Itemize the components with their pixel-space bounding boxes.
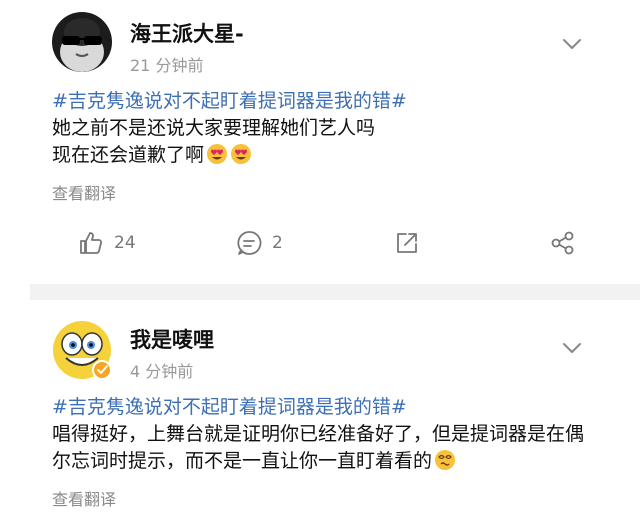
like-count: 24 [114, 233, 136, 253]
like-icon [80, 232, 103, 254]
username[interactable]: 我是唛哩 [130, 324, 214, 354]
more-button[interactable] [550, 228, 576, 258]
heart-eyes-emoji [231, 144, 252, 164]
feed-separator [30, 284, 640, 300]
comment-icon [237, 231, 262, 255]
share-icon [397, 233, 417, 253]
hashtag-link[interactable]: #吉克隽逸说对不起盯着提词器是我的错# [52, 88, 622, 115]
heart-eyes-emoji [207, 144, 228, 164]
post-time: 21 分钟前 [130, 56, 204, 75]
dizzy-face-emoji [435, 450, 456, 470]
translate-link[interactable]: 查看翻译 [52, 486, 116, 510]
share-button[interactable] [394, 228, 420, 258]
comment-button[interactable]: 2 [236, 228, 283, 258]
more-icon [551, 231, 574, 255]
post: 海王派大星- 21 分钟前 #吉克隽逸说对不起盯着提词器是我的错# 她之前不是还… [0, 0, 640, 284]
post-line-with-emoji: 现在还会道歉了啊 [52, 142, 622, 169]
post-line-text: 尔忘词时提示，而不是一直让你一直盯着看的 [52, 450, 433, 472]
translate-link[interactable]: 查看翻译 [52, 180, 116, 204]
comment-count: 2 [272, 233, 283, 253]
chevron-down-icon[interactable] [560, 36, 584, 52]
username[interactable]: 海王派大星- [130, 18, 244, 48]
post-body: #吉克隽逸说对不起盯着提词器是我的错# 唱得挺好，上舞台就是证明你已经准备好了，… [52, 394, 622, 475]
chevron-down-icon[interactable] [560, 340, 584, 356]
like-button[interactable]: 24 [78, 228, 136, 258]
post-line: 唱得挺好，上舞台就是证明你已经准备好了，但是提词器是在偶 [52, 423, 585, 445]
avatar[interactable] [52, 12, 112, 72]
post-line: 她之前不是还说大家要理解她们艺人吗 [52, 117, 376, 139]
post: 我是唛哩 4 分钟前 #吉克隽逸说对不起盯着提词器是我的错# 唱得挺好，上舞台就… [0, 300, 640, 514]
post-body: #吉克隽逸说对不起盯着提词器是我的错# 她之前不是还说大家要理解她们艺人吗 现在… [52, 88, 622, 169]
post-line-text: 现在还会道歉了啊 [52, 144, 205, 166]
post-line-with-emoji: 尔忘词时提示，而不是一直让你一直盯着看的 [52, 448, 622, 475]
hashtag-link[interactable]: #吉克隽逸说对不起盯着提词器是我的错# [52, 394, 622, 421]
post-time: 4 分钟前 [130, 362, 194, 381]
avatar[interactable] [52, 320, 112, 380]
